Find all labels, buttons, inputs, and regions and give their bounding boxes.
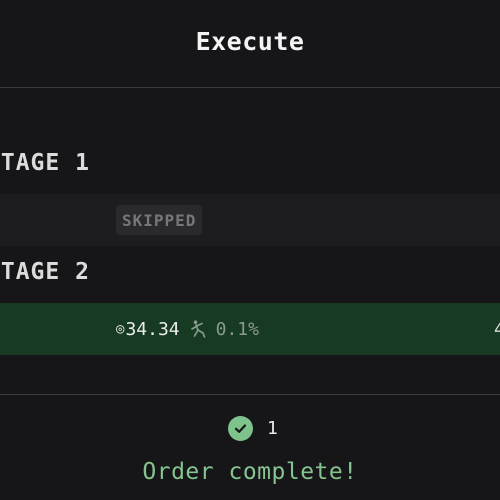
header: Execute	[0, 0, 500, 88]
stage-2-output: 4	[494, 318, 500, 340]
stage-2-label: STAGE 2	[0, 259, 90, 285]
completed-count: 1	[267, 418, 278, 439]
stage-2-amount: 34.34	[125, 318, 180, 340]
figure-kick-icon	[188, 319, 208, 339]
order-complete-message: Order complete!	[142, 459, 358, 485]
amount-icon: ◎	[116, 321, 125, 337]
stage-1-label: STAGE 1	[0, 150, 90, 176]
page-title: Execute	[195, 27, 305, 56]
stage-2-row[interactable]: ◎ 34.34 0.1% 4	[0, 303, 500, 355]
check-circle-icon	[228, 416, 253, 441]
footer: 1 Order complete!	[0, 394, 500, 500]
stage-2-route: ◎ 34.34 0.1%	[116, 303, 259, 355]
stage-1-row: SKIPPED	[0, 194, 500, 246]
execute-panel: Execute STAGE 1 SKIPPED STAGE 2 ◎ 34.34 …	[0, 0, 500, 500]
completion-status: 1	[228, 416, 278, 441]
skipped-badge: SKIPPED	[116, 205, 203, 235]
price-impact: 0.1%	[215, 318, 259, 340]
